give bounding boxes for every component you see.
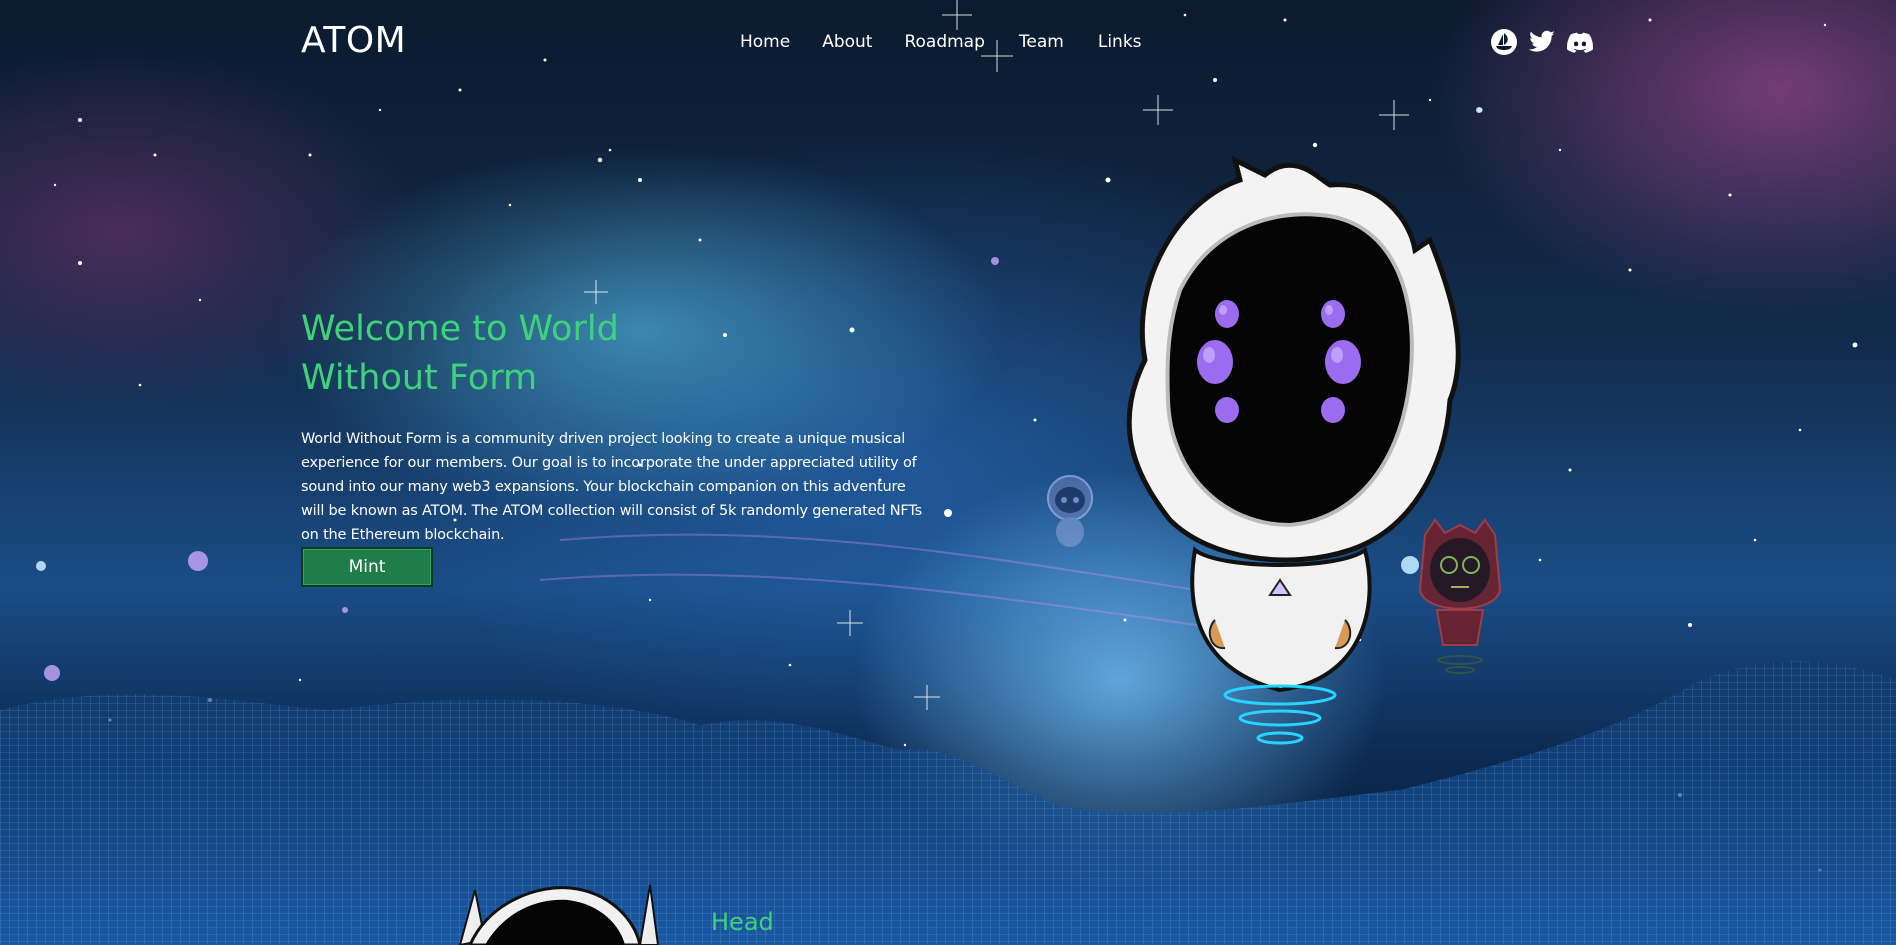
nav-team[interactable]: Team xyxy=(1019,32,1064,52)
page: ATOM Home About Roadmap Team Links Welco… xyxy=(0,0,1896,945)
nav-home[interactable]: Home xyxy=(740,32,790,52)
twitter-icon[interactable] xyxy=(1528,28,1556,56)
hero-title: Welcome to World Without Form xyxy=(301,309,619,398)
nav-about[interactable]: About xyxy=(822,32,872,52)
atom-mascot xyxy=(1126,155,1461,745)
discord-icon[interactable] xyxy=(1566,28,1594,56)
site-logo[interactable]: ATOM xyxy=(301,20,406,61)
bottom-mascot-preview xyxy=(458,884,660,945)
hero-description: World Without Form is a community driven… xyxy=(301,431,922,543)
section-heading: Head xyxy=(711,908,774,936)
main-nav: Home About Roadmap Team Links xyxy=(740,32,1142,52)
nav-links[interactable]: Links xyxy=(1098,32,1142,52)
mint-button[interactable]: Mint xyxy=(301,547,433,587)
opensea-icon[interactable] xyxy=(1490,28,1518,56)
wireframe-terrain xyxy=(0,661,1896,945)
social-links xyxy=(1490,28,1594,56)
nav-roadmap[interactable]: Roadmap xyxy=(904,32,984,52)
